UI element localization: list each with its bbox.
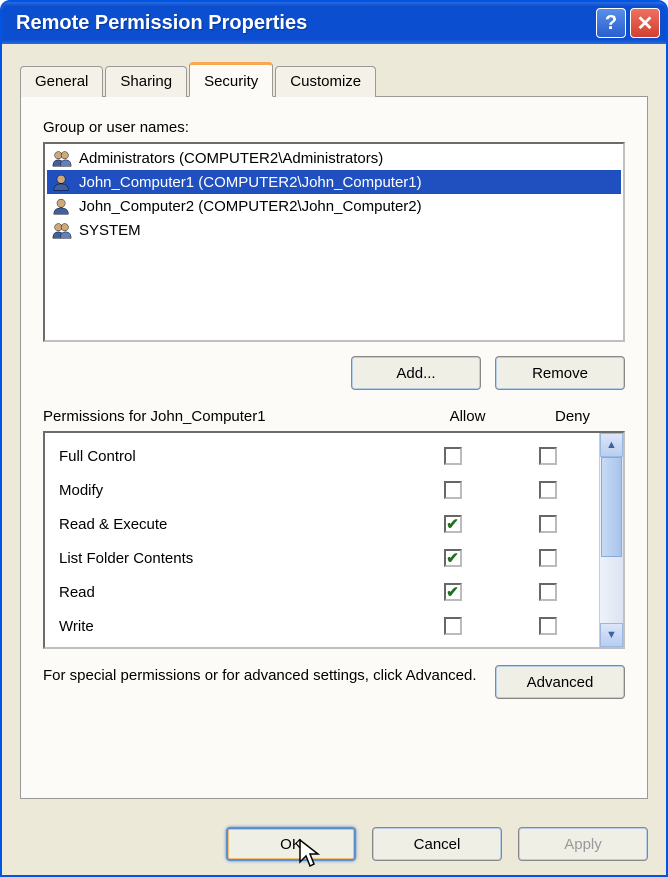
- permissions-header: Permissions for John_Computer1 Allow Den…: [43, 408, 625, 425]
- permissions-list: Full Control Modify Read & Execute List Fol…: [43, 431, 625, 649]
- allow-cell: [405, 583, 500, 601]
- deny-cell: [500, 617, 595, 635]
- security-panel: Group or user names: Administrators (COM…: [20, 96, 648, 799]
- list-item[interactable]: SYSTEM: [47, 218, 621, 242]
- user-list[interactable]: Administrators (COMPUTER2\Administrators…: [43, 142, 625, 342]
- close-button[interactable]: ✕: [630, 8, 660, 38]
- group-icon: [51, 149, 73, 167]
- permission-row: List Folder Contents: [59, 541, 595, 575]
- ok-button[interactable]: OK: [226, 827, 356, 861]
- allow-checkbox[interactable]: [444, 447, 462, 465]
- permission-row: Full Control: [59, 439, 595, 473]
- allow-checkbox[interactable]: [444, 617, 462, 635]
- allow-header: Allow: [415, 408, 520, 425]
- allow-checkbox[interactable]: [444, 549, 462, 567]
- allow-cell: [405, 617, 500, 635]
- deny-cell: [500, 583, 595, 601]
- advanced-row: For special permissions or for advanced …: [43, 665, 625, 699]
- add-button[interactable]: Add...: [351, 356, 481, 390]
- apply-button[interactable]: Apply: [518, 827, 648, 861]
- allow-cell: [405, 447, 500, 465]
- list-item[interactable]: John_Computer1 (COMPUTER2\John_Computer1…: [47, 170, 621, 194]
- cancel-button[interactable]: Cancel: [372, 827, 502, 861]
- list-item-label: SYSTEM: [79, 222, 141, 239]
- allow-checkbox[interactable]: [444, 583, 462, 601]
- deny-cell: [500, 515, 595, 533]
- remove-button[interactable]: Remove: [495, 356, 625, 390]
- window-title: Remote Permission Properties: [16, 12, 592, 35]
- allow-cell: [405, 481, 500, 499]
- tab-customize[interactable]: Customize: [275, 66, 376, 97]
- allow-cell: [405, 515, 500, 533]
- permission-row: Read & Execute: [59, 507, 595, 541]
- permission-row: Read: [59, 575, 595, 609]
- deny-checkbox[interactable]: [539, 515, 557, 533]
- permission-row: Special Permissions: [59, 643, 595, 647]
- permission-row: Modify: [59, 473, 595, 507]
- user-buttons: Add... Remove: [43, 356, 625, 390]
- tab-general[interactable]: General: [20, 66, 103, 97]
- list-item-label: John_Computer1 (COMPUTER2\John_Computer1…: [79, 174, 422, 191]
- allow-cell: [405, 549, 500, 567]
- permission-name: Write: [59, 618, 405, 635]
- group-icon: [51, 221, 73, 239]
- titlebar: Remote Permission Properties ? ✕: [2, 2, 666, 44]
- list-item-label: Administrators (COMPUTER2\Administrators…: [79, 150, 383, 167]
- permissions-scrollbar[interactable]: ▲ ▼: [599, 433, 623, 647]
- help-button[interactable]: ?: [596, 8, 626, 38]
- deny-cell: [500, 481, 595, 499]
- deny-header: Deny: [520, 408, 625, 425]
- properties-dialog: Remote Permission Properties ? ✕ General…: [0, 0, 668, 877]
- user-icon: [51, 173, 73, 191]
- permission-name: Full Control: [59, 448, 405, 465]
- dialog-content: General Sharing Security Customize Group…: [2, 44, 666, 813]
- deny-checkbox[interactable]: [539, 481, 557, 499]
- list-item-label: John_Computer2 (COMPUTER2\John_Computer2…: [79, 198, 422, 215]
- tabstrip: General Sharing Security Customize: [20, 62, 648, 97]
- deny-checkbox[interactable]: [539, 549, 557, 567]
- scroll-up-icon[interactable]: ▲: [600, 433, 623, 457]
- deny-checkbox[interactable]: [539, 583, 557, 601]
- deny-cell: [500, 447, 595, 465]
- user-icon: [51, 197, 73, 215]
- tab-security[interactable]: Security: [189, 62, 273, 97]
- deny-checkbox[interactable]: [539, 617, 557, 635]
- scroll-down-icon[interactable]: ▼: [600, 623, 623, 647]
- permission-row: Write: [59, 609, 595, 643]
- permissions-rows: Full Control Modify Read & Execute List Fol…: [45, 433, 599, 647]
- allow-checkbox[interactable]: [444, 515, 462, 533]
- advanced-text: For special permissions or for advanced …: [43, 665, 481, 686]
- group-names-label: Group or user names:: [43, 119, 625, 136]
- deny-cell: [500, 549, 595, 567]
- list-item[interactable]: John_Computer2 (COMPUTER2\John_Computer2…: [47, 194, 621, 218]
- permission-name: Read & Execute: [59, 516, 405, 533]
- permission-name: Read: [59, 584, 405, 601]
- advanced-button[interactable]: Advanced: [495, 665, 625, 699]
- permissions-for-label: Permissions for John_Computer1: [43, 408, 415, 425]
- dialog-buttons: OK Cancel Apply: [2, 813, 666, 875]
- permission-name: Modify: [59, 482, 405, 499]
- tab-sharing[interactable]: Sharing: [105, 66, 187, 97]
- scroll-track[interactable]: [600, 457, 623, 623]
- scroll-thumb[interactable]: [601, 457, 622, 557]
- deny-checkbox[interactable]: [539, 447, 557, 465]
- list-item[interactable]: Administrators (COMPUTER2\Administrators…: [47, 146, 621, 170]
- permission-name: List Folder Contents: [59, 550, 405, 567]
- allow-checkbox[interactable]: [444, 481, 462, 499]
